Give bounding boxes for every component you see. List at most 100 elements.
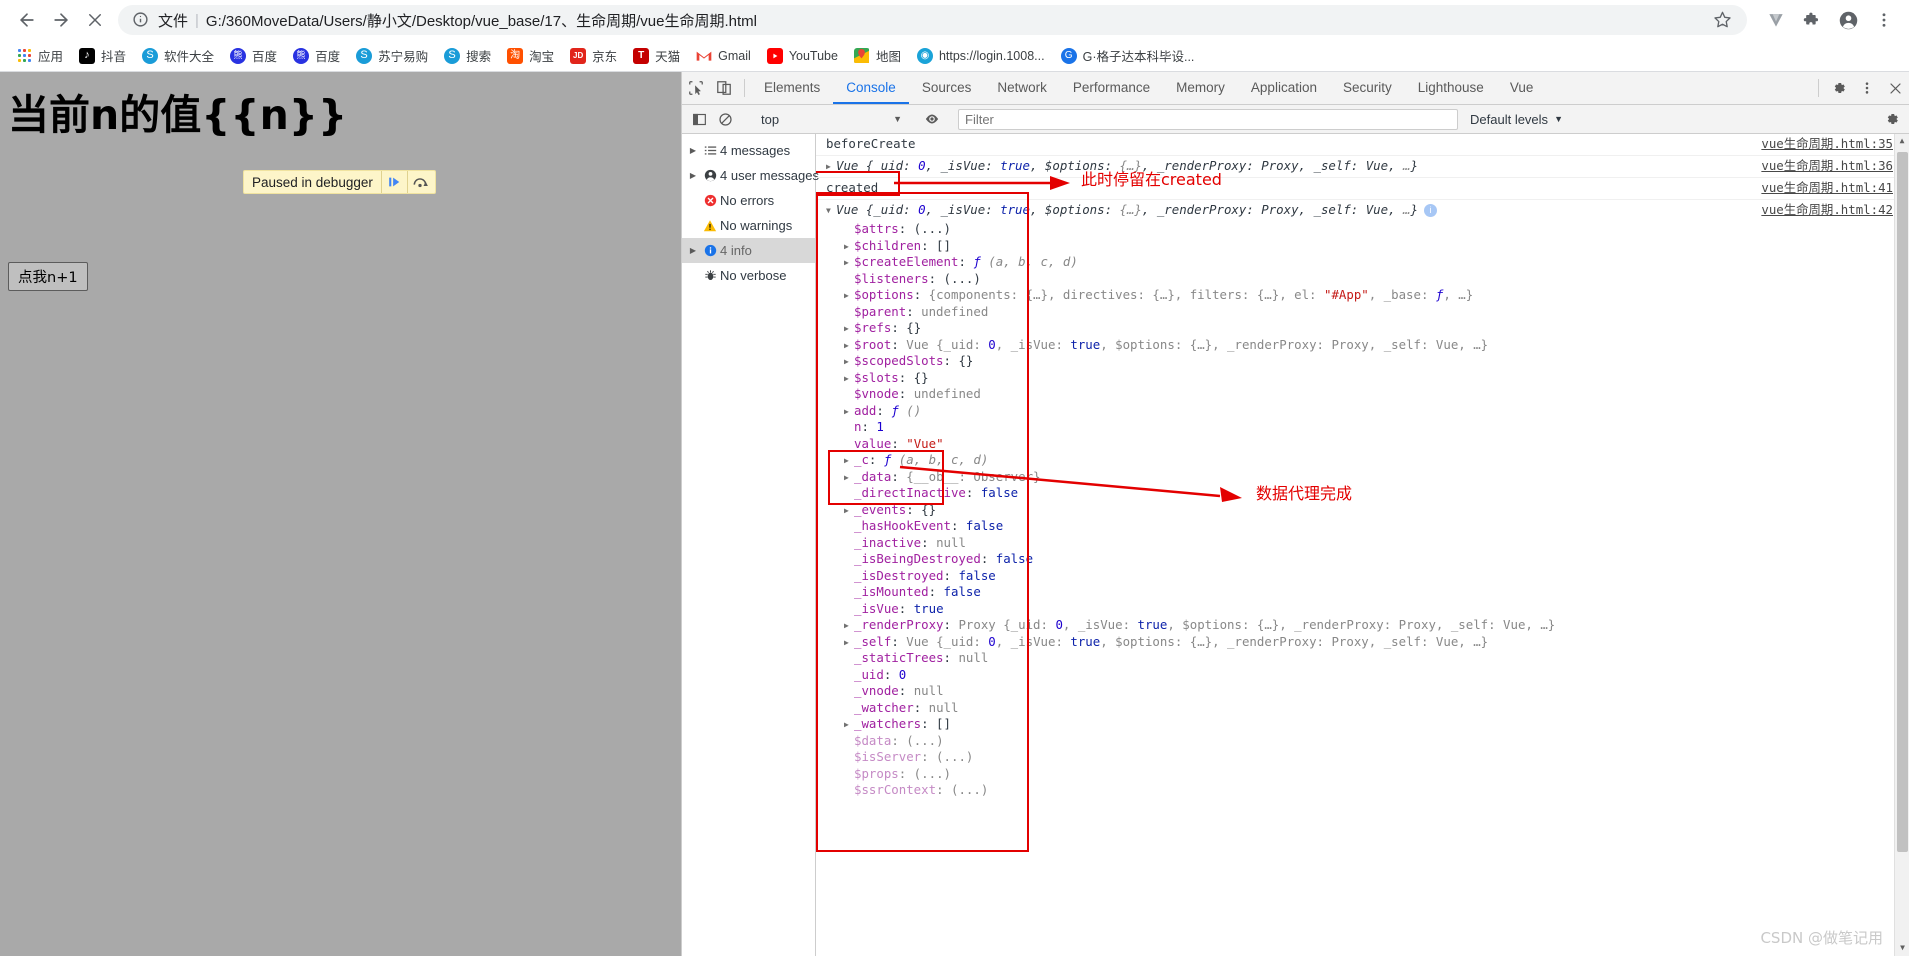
bookmark-search[interactable]: S 搜索 [436,43,499,69]
console-filter-input[interactable] [958,108,1459,130]
expand-triangle-icon[interactable]: ▶ [844,321,854,337]
tab-vue[interactable]: Vue [1497,72,1547,104]
sidebar-item-warnings[interactable]: No warnings [682,213,815,238]
console-log-levels-select[interactable]: Default levels ▼ [1464,109,1569,130]
step-over-icon[interactable] [406,171,433,193]
expand-triangle-icon[interactable]: ▶ [844,618,854,634]
property-row[interactable]: ▶ _self: Vue {_uid: 0, _isVue: true, $opt… [816,634,1909,651]
bookmark-suning[interactable]: S 苏宁易购 [348,43,436,69]
expand-triangle-icon[interactable]: ▶ [844,635,854,651]
console-source-link[interactable]: vue生命周期.html:36 [1761,158,1893,175]
property-row[interactable]: ▶ $createElement: ƒ (a, b, c, d) [816,254,1909,271]
info-circle-icon[interactable] [132,11,150,29]
forward-button[interactable] [44,3,78,37]
collapse-triangle-icon[interactable]: ▼ [826,203,836,220]
property-row[interactable]: _directInactive: false [816,485,1909,502]
property-row[interactable]: _watcher: null [816,700,1909,717]
stop-loading-button[interactable] [78,3,112,37]
resume-script-icon[interactable] [380,171,407,193]
expand-triangle-icon[interactable]: ▶ [844,404,854,420]
live-expression-eye-icon[interactable] [919,107,945,132]
console-source-link[interactable]: vue生命周期.html:35 [1761,136,1893,153]
tab-console[interactable]: Console [833,72,909,104]
property-row[interactable]: value: "Vue" [816,436,1909,453]
property-row[interactable]: _uid: 0 [816,667,1909,684]
property-row[interactable]: _isMounted: false [816,584,1909,601]
tab-application[interactable]: Application [1238,72,1330,104]
property-row[interactable]: ▶ $options: {components: {…}, directives:… [816,287,1909,304]
sidebar-item-info[interactable]: ▶ 4 info [682,238,815,263]
property-row[interactable]: ▶ _watchers: [] [816,716,1909,733]
tab-performance[interactable]: Performance [1060,72,1163,104]
expand-triangle-icon[interactable]: ▶ [844,255,854,271]
expand-triangle-icon[interactable]: ▶ [844,354,854,370]
property-row[interactable]: ▶ $children: [] [816,238,1909,255]
bookmark-youtube[interactable]: YouTube [759,43,846,69]
toggle-device-toolbar-icon[interactable] [710,72,738,104]
puzzle-extensions-icon[interactable] [1797,5,1827,35]
console-message-list[interactable]: beforeCreate vue生命周期.html:35 ▶ Vue {_uid:… [816,134,1909,956]
property-row[interactable]: $parent: undefined [816,304,1909,321]
property-row[interactable]: _vnode: null [816,683,1909,700]
property-row[interactable]: _hasHookEvent: false [816,518,1909,535]
tab-memory[interactable]: Memory [1163,72,1238,104]
property-row[interactable]: $listeners: (...) [816,271,1909,288]
bookmark-apps[interactable]: 应用 [8,43,71,69]
property-row[interactable]: ▶ $scopedSlots: {} [816,353,1909,370]
back-button[interactable] [10,3,44,37]
expand-triangle-icon[interactable]: ▶ [686,146,700,155]
property-row[interactable]: $ssrContext: (...) [816,782,1909,799]
expand-triangle-icon[interactable]: ▶ [844,453,854,469]
property-row[interactable]: _inactive: null [816,535,1909,552]
expand-triangle-icon[interactable]: ▶ [844,503,854,519]
tab-security[interactable]: Security [1330,72,1405,104]
chrome-menu-icon[interactable] [1869,5,1899,35]
bookmark-maps[interactable]: 地图 [846,43,909,69]
bookmark-baidu-2[interactable]: 熊 百度 [285,43,348,69]
url-text[interactable]: G:/360MoveData/Users/静小文/Desktop/vue_bas… [206,10,1705,31]
expand-triangle-icon[interactable]: ▶ [686,246,700,255]
bookmark-tmall[interactable]: T 天猫 [625,43,688,69]
property-row[interactable]: $attrs: (...) [816,221,1909,238]
execution-context-select[interactable]: top ▼ [751,109,906,130]
bookmark-login[interactable]: ◉ https://login.1008... [909,43,1053,69]
property-row[interactable]: ▶ _events: {} [816,502,1909,519]
property-row[interactable]: n: 1 [816,419,1909,436]
expand-triangle-icon[interactable]: ▶ [844,470,854,486]
bookmark-star-icon[interactable] [1713,10,1733,30]
property-row[interactable]: _staticTrees: null [816,650,1909,667]
property-row[interactable]: ▶ $slots: {} [816,370,1909,387]
expand-triangle-icon[interactable]: ▶ [826,159,836,176]
console-scrollbar[interactable]: ▲ ▼ [1894,134,1909,956]
property-row[interactable]: $isServer: (...) [816,749,1909,766]
address-bar[interactable]: 文件 | G:/360MoveData/Users/静小文/Desktop/vu… [118,5,1747,35]
property-row[interactable]: $vnode: undefined [816,386,1909,403]
clear-console-icon[interactable] [712,107,738,132]
bookmark-gmail[interactable]: Gmail [688,43,759,69]
console-source-link[interactable]: vue生命周期.html:41 [1761,180,1893,197]
bookmark-taobao[interactable]: 淘 淘宝 [499,43,562,69]
property-row[interactable]: ▶ _data: {__ob__: Observer} [816,469,1909,486]
property-row[interactable]: ▶ _renderProxy: Proxy {_uid: 0, _isVue: t… [816,617,1909,634]
profile-avatar-icon[interactable] [1833,5,1863,35]
sidebar-item-verbose[interactable]: No verbose [682,263,815,288]
bookmark-douyin[interactable]: ♪ 抖音 [71,43,134,69]
console-source-link[interactable]: vue生命周期.html:42 [1761,202,1893,219]
sidebar-item-errors[interactable]: No errors [682,188,815,213]
bookmark-baidu-1[interactable]: 熊 百度 [222,43,285,69]
property-row[interactable]: ▶ $refs: {} [816,320,1909,337]
bookmark-gezida[interactable]: G G·格子达本科毕设... [1053,43,1203,69]
inspect-element-icon[interactable] [682,72,710,104]
property-row[interactable]: $props: (...) [816,766,1909,783]
devtools-more-options-icon[interactable] [1853,72,1881,104]
property-row[interactable]: $data: (...) [816,733,1909,750]
bookmark-software[interactable]: S 软件大全 [134,43,222,69]
expand-triangle-icon[interactable]: ▶ [844,239,854,255]
scrollbar-down-arrow[interactable]: ▼ [1895,941,1909,956]
increment-n-button[interactable]: 点我n+1 [8,262,88,291]
console-message-vue-object-expanded[interactable]: ▼ Vue {_uid: 0, _isVue: true, $options: {… [816,200,1909,222]
expand-triangle-icon[interactable]: ▶ [844,717,854,733]
expand-triangle-icon[interactable]: ▶ [844,338,854,354]
tab-lighthouse[interactable]: Lighthouse [1405,72,1497,104]
devtools-close-icon[interactable] [1881,72,1909,104]
